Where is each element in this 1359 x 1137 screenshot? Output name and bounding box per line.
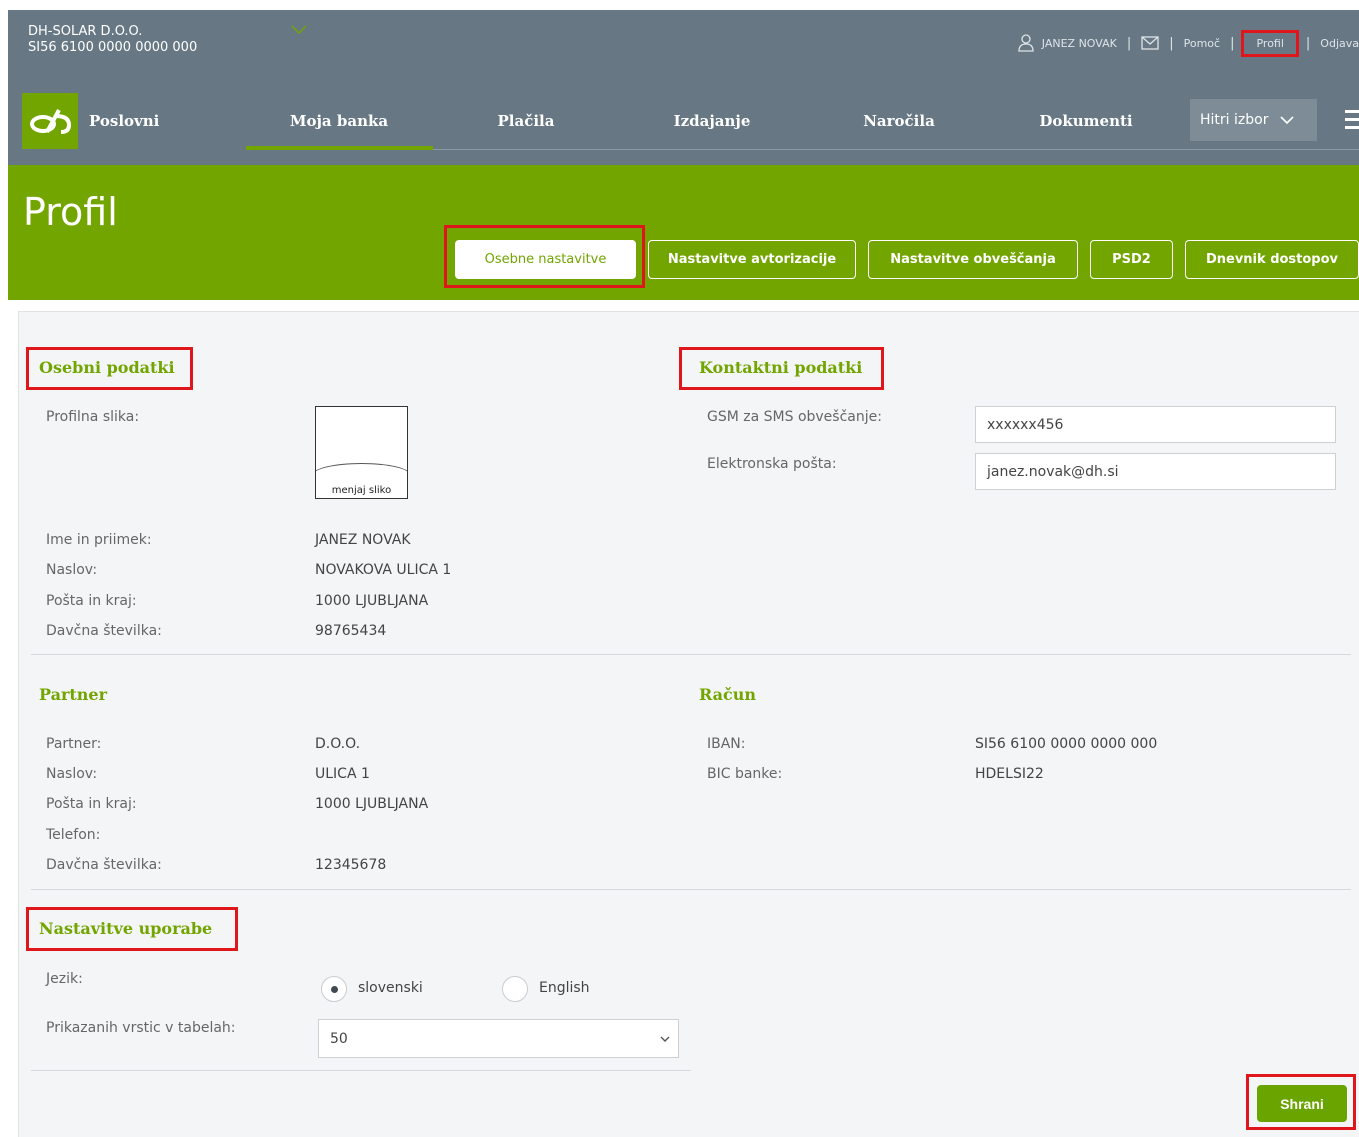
logout-link[interactable]: Odjava	[1320, 37, 1359, 50]
divider: |	[1126, 35, 1132, 51]
brand-label: Poslovni	[89, 112, 160, 130]
user-name: JANEZ NOVAK	[1041, 36, 1117, 50]
rows-select-value: 50	[330, 1030, 348, 1047]
nav-narocila[interactable]: Naročila	[806, 112, 992, 130]
bank-logo[interactable]	[22, 93, 78, 149]
mail-icon[interactable]	[1141, 36, 1159, 50]
user-menu[interactable]: JANEZ NOVAK	[1018, 34, 1117, 52]
nav-moja-banka[interactable]: Moja banka	[246, 112, 432, 130]
section-title-uporaba: Nastavitve uporabe	[39, 919, 213, 938]
divider	[31, 1070, 691, 1071]
top-links: JANEZ NOVAK | | Pomoč | Profil | Odjava	[1018, 29, 1359, 57]
field-value: 1000 LJUBLJANA	[315, 796, 429, 812]
company-info: DH-SOLAR D.O.O. SI56 6100 0000 0000 000	[28, 24, 197, 56]
tab-nastavitve-avtorizacije[interactable]: Nastavitve avtorizacije	[648, 240, 856, 279]
radio-label: English	[539, 980, 590, 996]
email-field[interactable]: janez.novak@dh.si	[975, 453, 1336, 490]
field-value: 12345678	[315, 857, 387, 873]
divider: |	[1169, 35, 1174, 51]
field-label: Naslov:	[46, 766, 98, 782]
field-value: NOVAKOVA ULICA 1	[315, 562, 452, 578]
field-label: Naslov:	[46, 562, 98, 578]
gsm-label: GSM za SMS obveščanje:	[707, 409, 882, 425]
profile-photo[interactable]: menjaj sliko	[315, 406, 408, 499]
email-label: Elektronska pošta:	[707, 456, 837, 472]
tab-nastavitve-obvescanja[interactable]: Nastavitve obveščanja	[868, 240, 1078, 279]
rows-select[interactable]: 50	[318, 1019, 679, 1058]
divider	[31, 654, 1351, 655]
section-title-kontakt: Kontaktni podatki	[699, 358, 863, 377]
section-title-racun: Račun	[699, 685, 757, 704]
profile-photo-label: Profilna slika:	[46, 409, 140, 425]
gsm-field[interactable]: xxxxxx456	[975, 406, 1336, 443]
chevron-down-icon	[660, 1036, 670, 1042]
menu-icon[interactable]	[1345, 110, 1359, 130]
change-photo-button[interactable]: menjaj sliko	[316, 485, 407, 496]
active-nav-indicator	[246, 146, 433, 150]
divider: |	[1230, 35, 1235, 51]
logo-icon	[30, 109, 71, 134]
field-label: Partner:	[46, 736, 102, 752]
field-value: ULICA 1	[315, 766, 370, 782]
quick-select-label: Hitri izbor	[1200, 112, 1269, 128]
top-header: DH-SOLAR D.O.O. SI56 6100 0000 0000 000 …	[8, 10, 1359, 165]
user-icon	[1018, 34, 1034, 52]
page-header: Profil Osebne nastavitve Nastavitve avto…	[8, 165, 1359, 300]
save-button[interactable]: Shrani	[1257, 1085, 1347, 1122]
profile-link[interactable]: Profil	[1241, 29, 1299, 57]
field-value: JANEZ NOVAK	[315, 532, 411, 548]
tab-dnevnik-dostopov[interactable]: Dnevnik dostopov	[1185, 240, 1359, 279]
field-label: BIC banke:	[707, 766, 783, 782]
field-label: Pošta in kraj:	[46, 593, 137, 609]
radio-english[interactable]	[502, 976, 528, 1002]
quick-select-button[interactable]: Hitri izbor	[1190, 99, 1317, 141]
language-label: Jezik:	[46, 971, 83, 987]
section-title-osebni: Osebni podatki	[39, 358, 175, 377]
nav-placila[interactable]: Plačila	[433, 112, 619, 130]
chevron-down-icon	[1280, 115, 1295, 124]
field-label: Davčna številka:	[46, 857, 162, 873]
company-name: DH-SOLAR D.O.O.	[28, 24, 143, 39]
field-label: Telefon:	[46, 827, 101, 843]
field-value: D.O.O.	[315, 736, 361, 752]
page-title: Profil	[23, 190, 118, 234]
field-label: Davčna številka:	[46, 623, 162, 639]
field-label: Ime in priimek:	[46, 532, 152, 548]
main-nav: Poslovni Moja banka Plačila Izdajanje Na…	[8, 93, 1359, 151]
radio-label: slovenski	[358, 980, 423, 996]
field-value: 1000 LJUBLJANA	[315, 593, 429, 609]
help-link[interactable]: Pomoč	[1184, 37, 1220, 50]
nav-izdajanje[interactable]: Izdajanje	[619, 112, 805, 130]
section-title-partner: Partner	[39, 685, 108, 704]
field-value: 98765434	[315, 623, 387, 639]
nav-divider	[433, 149, 1359, 150]
radio-slovenski[interactable]	[321, 976, 347, 1002]
chevron-down-icon[interactable]	[291, 25, 307, 35]
tab-osebne-nastavitve[interactable]: Osebne nastavitve	[455, 240, 636, 279]
field-label: IBAN:	[707, 736, 746, 752]
field-label: Pošta in kraj:	[46, 796, 137, 812]
tab-psd2[interactable]: PSD2	[1090, 240, 1173, 279]
company-iban: SI56 6100 0000 0000 000	[28, 40, 198, 55]
divider: |	[1305, 35, 1311, 51]
field-value: SI56 6100 0000 0000 000	[975, 736, 1158, 752]
nav-dokumenti[interactable]: Dokumenti	[993, 112, 1179, 130]
field-value: HDELSI22	[975, 766, 1044, 782]
content-panel: Osebni podatki Profilna slika: menjaj sl…	[18, 311, 1359, 1137]
divider	[31, 889, 1351, 890]
rows-label: Prikazanih vrstic v tabelah:	[46, 1020, 236, 1036]
